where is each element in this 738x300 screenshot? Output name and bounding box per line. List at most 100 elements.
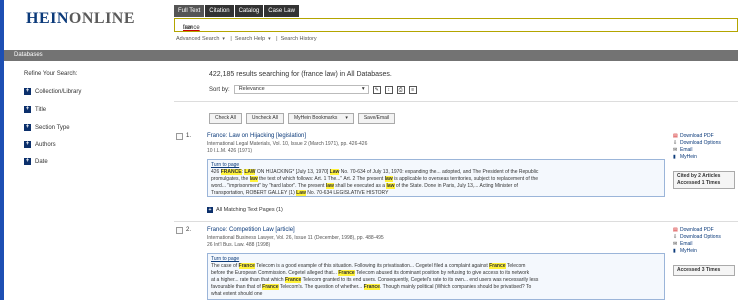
results-summary: 422,185 results searching for (france la… xyxy=(209,71,392,78)
turn-to-page-link[interactable]: Turn to page xyxy=(211,256,661,263)
download-icon: ⇩ xyxy=(673,140,678,146)
myhein-bookmarks-select[interactable]: MyHein Bookmarks ▾ xyxy=(287,113,354,124)
link-separator: | xyxy=(230,36,232,42)
divider xyxy=(174,101,738,102)
cited-by-badge[interactable]: Cited by 2 Articles Accessed 1 Times xyxy=(673,171,735,189)
download-options-link[interactable]: ⇩ Download Options xyxy=(673,234,721,241)
heinonline-window: HEINONLINE Full Text Citation Catalog Ca… xyxy=(4,0,738,300)
advanced-search-link[interactable]: Advanced Search xyxy=(176,36,219,42)
download-options-link[interactable]: ⇩ Download Options xyxy=(673,140,721,147)
chevron-down-icon[interactable]: ▾ xyxy=(268,36,273,42)
email-link[interactable]: ✉ Email xyxy=(673,241,721,248)
result-checkbox[interactable] xyxy=(176,227,183,234)
snippet-line: promulgates, the law the text of which f… xyxy=(211,176,539,182)
heinonline-logo[interactable]: HEINONLINE xyxy=(26,10,135,28)
facet-collection-library[interactable]: + Collection/Library xyxy=(24,88,81,95)
caret-down-icon: ▾ xyxy=(361,86,365,92)
myhein-link[interactable]: ▮ MyHein xyxy=(673,248,721,255)
tab-case-law[interactable]: Case Law xyxy=(264,5,299,17)
result-number: 2. xyxy=(186,227,192,233)
action-label: Download Options xyxy=(680,234,721,240)
search-term-highlight: Law xyxy=(296,190,306,196)
list-view-icon[interactable]: ≡ xyxy=(408,85,417,94)
plus-icon: + xyxy=(24,88,31,95)
snippet-line: at a higher... rate than that which Fran… xyxy=(211,277,539,283)
sort-row: Sort by: Relevance ▾ ✎ ↕ ⎙ ≡ xyxy=(209,85,417,94)
databases-bar: Databases xyxy=(4,50,738,61)
result-item: 1. France: Law on Hijacking [legislation… xyxy=(174,133,738,218)
plus-icon: + xyxy=(207,207,213,213)
search-help-link[interactable]: Search Help xyxy=(235,36,265,42)
snippet-line: The case of France Telecom is a good exa… xyxy=(211,263,526,269)
result-citation: 10 I.L.M. 426 (1971) xyxy=(207,148,253,154)
sort-select[interactable]: Relevance ▾ xyxy=(233,85,369,94)
accessed-badge[interactable]: Accessed 3 Times xyxy=(673,265,735,276)
check-all-button[interactable]: Check All xyxy=(209,113,242,124)
download-pdf-link[interactable]: ▤ Download PDF xyxy=(673,227,721,234)
email-link[interactable]: ✉ Email xyxy=(673,147,721,154)
action-label: Download PDF xyxy=(680,133,714,139)
edit-icon[interactable]: ✎ xyxy=(372,85,381,94)
email-icon: ✉ xyxy=(673,147,678,153)
refine-sidebar: Refine Your Search: + Collection/Library … xyxy=(4,61,164,300)
save-email-button[interactable]: Save/Email xyxy=(357,113,396,124)
email-icon: ✉ xyxy=(673,241,678,247)
search-term-highlight: FRANCE xyxy=(220,169,242,175)
turn-to-page-link[interactable]: Turn to page xyxy=(211,162,661,169)
bookmark-icon: ▮ xyxy=(673,154,676,160)
result-title[interactable]: France: Law on Hijacking [legislation] xyxy=(207,133,306,139)
link-separator: | xyxy=(276,36,278,42)
facet-title[interactable]: + Title xyxy=(24,106,46,113)
result-number: 1. xyxy=(186,133,192,139)
sort-order-icon[interactable]: ↕ xyxy=(384,85,393,94)
plus-icon: + xyxy=(24,141,31,148)
snippet-line: before the European Commission. Cegetel … xyxy=(211,270,530,276)
uncheck-all-button[interactable]: Uncheck All xyxy=(245,113,284,124)
search-history-link[interactable]: Search History xyxy=(281,36,317,42)
plus-icon: + xyxy=(24,158,31,165)
action-label: MyHein xyxy=(680,248,697,254)
download-pdf-link[interactable]: ▤ Download PDF xyxy=(673,133,721,140)
facet-authors[interactable]: + Authors xyxy=(24,141,56,148)
action-label: Email xyxy=(680,147,693,153)
facet-label: Section Type xyxy=(35,124,70,131)
facet-date[interactable]: + Date xyxy=(24,158,48,165)
search-term-highlight: France xyxy=(238,263,255,269)
tab-full-text[interactable]: Full Text xyxy=(174,5,205,17)
pdf-icon: ▤ xyxy=(673,133,678,139)
facet-section-type[interactable]: + Section Type xyxy=(24,124,70,131)
databases-label[interactable]: Databases xyxy=(14,52,43,58)
facet-label: Date xyxy=(35,158,48,165)
bookmark-icon: ▮ xyxy=(673,248,676,254)
plus-icon: + xyxy=(24,106,31,113)
search-term-highlight: France xyxy=(338,270,355,276)
all-matching-label: All Matching Text Pages (1) xyxy=(216,207,283,213)
myhein-link[interactable]: ▮ MyHein xyxy=(673,154,721,161)
facet-label: Collection/Library xyxy=(35,88,82,95)
chevron-down-icon[interactable]: ▾ xyxy=(222,36,227,42)
search-term-highlight: France xyxy=(262,284,279,290)
bulk-actions: Check All Uncheck All MyHein Bookmarks ▾ … xyxy=(209,113,396,124)
result-checkbox[interactable] xyxy=(176,133,183,140)
bookmarks-label: MyHein Bookmarks xyxy=(293,115,338,121)
divider xyxy=(174,221,738,222)
search-query-rest: law xyxy=(183,25,193,31)
search-type-tabs: Full Text Citation Catalog Case Law xyxy=(174,5,299,17)
snippet-line: word... "imprisonment" by "hard labor". … xyxy=(211,183,518,189)
result-snippet: Turn to page 426 FRANCE: LAW ON HIJACKIN… xyxy=(207,159,665,197)
snippet-line: favourable than that of France Telecom's… xyxy=(211,284,532,290)
tab-citation[interactable]: Citation xyxy=(205,5,234,17)
facet-label: Title xyxy=(35,106,47,113)
all-matching-pages[interactable]: + All Matching Text Pages (1) xyxy=(207,207,283,213)
facet-label: Authors xyxy=(35,141,56,148)
search-term-highlight: law xyxy=(325,183,334,189)
result-actions: ▤ Download PDF ⇩ Download Options ✉ Email ▮… xyxy=(673,133,721,161)
result-snippet: Turn to page The case of France Telecom … xyxy=(207,253,665,300)
header: HEINONLINE Full Text Citation Catalog Ca… xyxy=(4,0,738,50)
cited-by-label: Cited by 2 Articles xyxy=(677,173,721,179)
result-source: International Business Lawyer, Vol. 26, … xyxy=(207,235,384,241)
tab-catalog[interactable]: Catalog xyxy=(234,5,264,17)
print-icon[interactable]: ⎙ xyxy=(396,85,405,94)
search-input[interactable]: france law xyxy=(174,18,738,32)
result-title[interactable]: France: Competition Law [article] xyxy=(207,227,295,233)
